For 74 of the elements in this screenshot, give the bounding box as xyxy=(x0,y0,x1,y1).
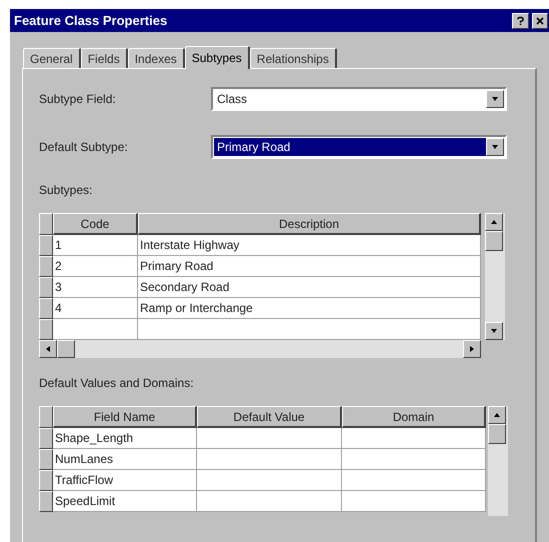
triangle-down-icon xyxy=(491,144,499,150)
triangle-right-icon xyxy=(469,345,475,353)
table-cell[interactable]: 1 xyxy=(53,235,138,256)
scroll-right-button[interactable] xyxy=(463,340,481,358)
triangle-down-icon xyxy=(491,96,499,102)
field-label: Default Subtype: xyxy=(39,139,129,156)
row-selector[interactable] xyxy=(39,449,53,470)
tab[interactable]: Subtypes xyxy=(184,46,250,69)
table-cell[interactable]: SpeedLimit xyxy=(53,491,197,512)
dropdown-arrow-button[interactable] xyxy=(486,90,504,108)
vertical-scrollbar[interactable] xyxy=(488,406,508,516)
help-icon xyxy=(517,16,524,26)
close-icon xyxy=(536,16,544,24)
scroll-down-button[interactable] xyxy=(485,322,503,340)
scroll-thumb[interactable] xyxy=(57,340,75,358)
row-header-corner xyxy=(39,406,53,428)
row-header-corner xyxy=(39,213,53,235)
table-cell[interactable]: 2 xyxy=(53,256,138,277)
column-header[interactable]: Description xyxy=(138,213,481,235)
row-selector[interactable] xyxy=(39,428,53,449)
section-label: Subtypes: xyxy=(39,182,94,199)
column-header[interactable]: Field Name xyxy=(53,406,197,428)
row-selector[interactable] xyxy=(39,319,53,340)
table-cell[interactable] xyxy=(138,319,481,340)
table-cell[interactable] xyxy=(197,470,342,491)
table-cell[interactable]: 3 xyxy=(53,277,138,298)
table-cell[interactable] xyxy=(197,428,342,449)
table-cell[interactable]: Shape_Length xyxy=(53,428,197,449)
horizontal-scrollbar[interactable] xyxy=(39,340,481,358)
dropdown-arrow-button[interactable] xyxy=(486,138,504,156)
help-button[interactable] xyxy=(512,12,529,28)
section-label: Default Values and Domains: xyxy=(39,375,195,392)
scroll-thumb[interactable] xyxy=(485,231,503,251)
row-selector[interactable] xyxy=(39,491,53,512)
row-selector[interactable] xyxy=(39,256,53,277)
scroll-thumb[interactable] xyxy=(488,424,506,444)
triangle-up-icon xyxy=(490,219,498,225)
table-cell[interactable] xyxy=(342,428,486,449)
scroll-up-button[interactable] xyxy=(488,406,506,424)
row-selector[interactable] xyxy=(39,235,53,256)
table-cell[interactable]: TrafficFlow xyxy=(53,470,197,491)
column-header[interactable]: Code xyxy=(53,213,138,235)
scroll-up-button[interactable] xyxy=(485,213,503,231)
tab[interactable]: Indexes xyxy=(128,48,185,68)
table-cell[interactable]: 4 xyxy=(53,298,138,319)
dropdown[interactable]: Class xyxy=(211,87,507,111)
tab[interactable]: Fields xyxy=(80,48,128,68)
scroll-left-button[interactable] xyxy=(39,340,57,358)
table-cell[interactable]: Secondary Road xyxy=(138,277,481,298)
column-header[interactable]: Domain xyxy=(342,406,486,428)
triangle-up-icon xyxy=(493,412,501,418)
triangle-left-icon xyxy=(45,345,51,353)
table-cell[interactable] xyxy=(197,491,342,512)
table-cell[interactable]: Interstate Highway xyxy=(138,235,481,256)
row-selector[interactable] xyxy=(39,277,53,298)
table-cell[interactable]: NumLanes xyxy=(53,449,197,470)
dropdown[interactable]: Primary Road xyxy=(211,135,507,159)
tab[interactable]: Relationships xyxy=(250,48,337,68)
row-selector[interactable] xyxy=(39,298,53,319)
close-button[interactable] xyxy=(532,12,548,28)
table-cell[interactable] xyxy=(342,449,486,470)
window-title: Feature Class Properties xyxy=(14,12,168,30)
table-cell[interactable]: Primary Road xyxy=(138,256,481,277)
row-selector[interactable] xyxy=(39,470,53,491)
column-header[interactable]: Default Value xyxy=(197,406,342,428)
tab[interactable]: General xyxy=(23,48,81,68)
table-cell[interactable] xyxy=(53,319,138,340)
table-cell[interactable] xyxy=(342,470,486,491)
table-cell[interactable] xyxy=(197,449,342,470)
table-cell[interactable]: Ramp or Interchange xyxy=(138,298,481,319)
table-cell[interactable] xyxy=(342,491,486,512)
triangle-down-icon xyxy=(490,328,498,334)
vertical-scrollbar[interactable] xyxy=(485,213,505,340)
field-label: Subtype Field: xyxy=(39,91,117,108)
